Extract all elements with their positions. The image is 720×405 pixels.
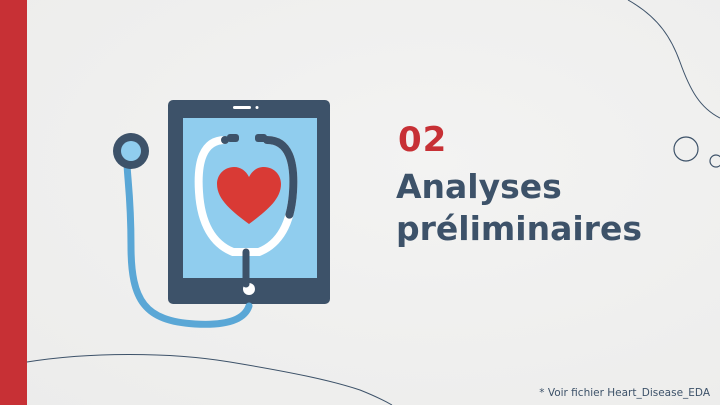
footnote: * Voir fichier Heart_Disease_EDA — [539, 387, 710, 399]
section-title: Analyses préliminaires — [396, 166, 696, 250]
section-title-line-2: préliminaires — [396, 209, 642, 248]
slide: 02 Analyses préliminaires * Voir fichier… — [0, 0, 720, 405]
tablet-stethoscope-heart-icon — [113, 100, 330, 328]
section-title-line-1: Analyses — [396, 167, 562, 206]
section-number: 02 — [398, 120, 448, 160]
